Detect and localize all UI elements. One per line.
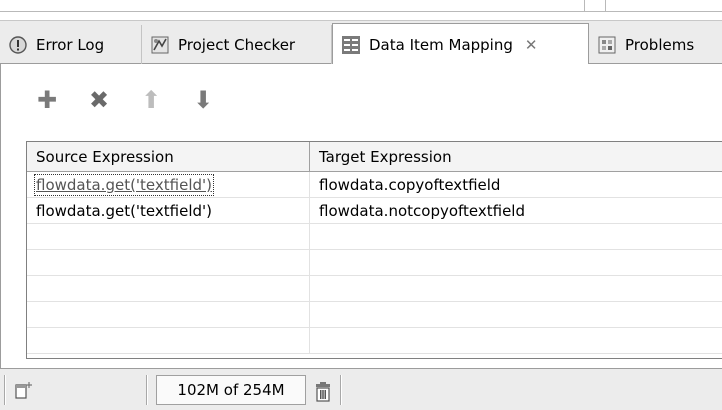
source-text: flowdata.get('textfield'): [33, 174, 215, 196]
mapping-toolbar: ✚ ✖ ⬆ ⬇: [31, 86, 239, 114]
fast-view-icon[interactable]: [14, 380, 34, 400]
strip-divider: [584, 0, 585, 11]
table-row[interactable]: flowdata.get('textfield') flowdata.copyo…: [27, 172, 722, 198]
tab-data-item-mapping[interactable]: Data Item Mapping ✕: [332, 23, 589, 65]
data-item-mapping-view: ✚ ✖ ⬆ ⬇ Source Expression Target Express…: [0, 64, 722, 368]
strip-divider: [605, 0, 606, 11]
table-row[interactable]: flowdata.get('textfield') flowdata.notco…: [27, 198, 722, 224]
empty-row: [27, 224, 722, 250]
source-cell[interactable]: flowdata.get('textfield'): [27, 172, 310, 198]
trash-icon[interactable]: [312, 380, 334, 402]
mapping-table: Source Expression Target Expression flow…: [26, 141, 722, 359]
status-separator: [4, 375, 6, 405]
target-cell[interactable]: flowdata.notcopyoftextfield: [310, 198, 722, 224]
error-log-icon: [8, 35, 28, 55]
empty-row: [27, 276, 722, 302]
column-header-target[interactable]: Target Expression: [310, 142, 722, 172]
tab-label: Data Item Mapping: [369, 35, 513, 54]
remove-button[interactable]: ✖: [83, 86, 115, 114]
memory-usage-text: 102M of 254M: [177, 381, 285, 399]
status-separator: [146, 375, 148, 405]
project-checker-icon: [150, 35, 170, 55]
tab-label: Problems: [625, 36, 695, 54]
move-up-icon: ⬆: [140, 86, 162, 114]
status-bar: 102M of 254M: [0, 368, 722, 410]
heap-status[interactable]: 102M of 254M: [156, 375, 306, 405]
view-tab-bar: Error Log Project Checker Data Item Mapp: [0, 20, 722, 65]
move-down-button[interactable]: ⬇: [187, 86, 219, 114]
tab-label: Project Checker: [178, 36, 296, 54]
tab-error-log[interactable]: Error Log: [0, 25, 142, 65]
data-item-mapping-icon: [341, 35, 361, 55]
close-icon[interactable]: ✕: [525, 36, 538, 54]
source-cell[interactable]: flowdata.get('textfield'): [27, 198, 310, 224]
tab-problems[interactable]: Problems: [589, 25, 722, 65]
move-up-button[interactable]: ⬆: [135, 86, 167, 114]
status-separator: [340, 375, 342, 405]
empty-row: [27, 302, 722, 328]
table-header: Source Expression Target Expression: [27, 142, 722, 172]
target-cell[interactable]: flowdata.copyoftextfield: [310, 172, 722, 198]
top-strip: [0, 0, 722, 12]
column-header-source[interactable]: Source Expression: [27, 142, 310, 172]
tab-label: Error Log: [36, 36, 105, 54]
remove-icon: ✖: [88, 86, 110, 114]
tab-project-checker[interactable]: Project Checker: [142, 25, 332, 65]
move-down-icon: ⬇: [192, 86, 214, 114]
add-button[interactable]: ✚: [31, 86, 63, 114]
empty-row: [27, 250, 722, 276]
problems-icon: [597, 35, 617, 55]
add-icon: ✚: [36, 86, 58, 114]
empty-row: [27, 328, 722, 354]
